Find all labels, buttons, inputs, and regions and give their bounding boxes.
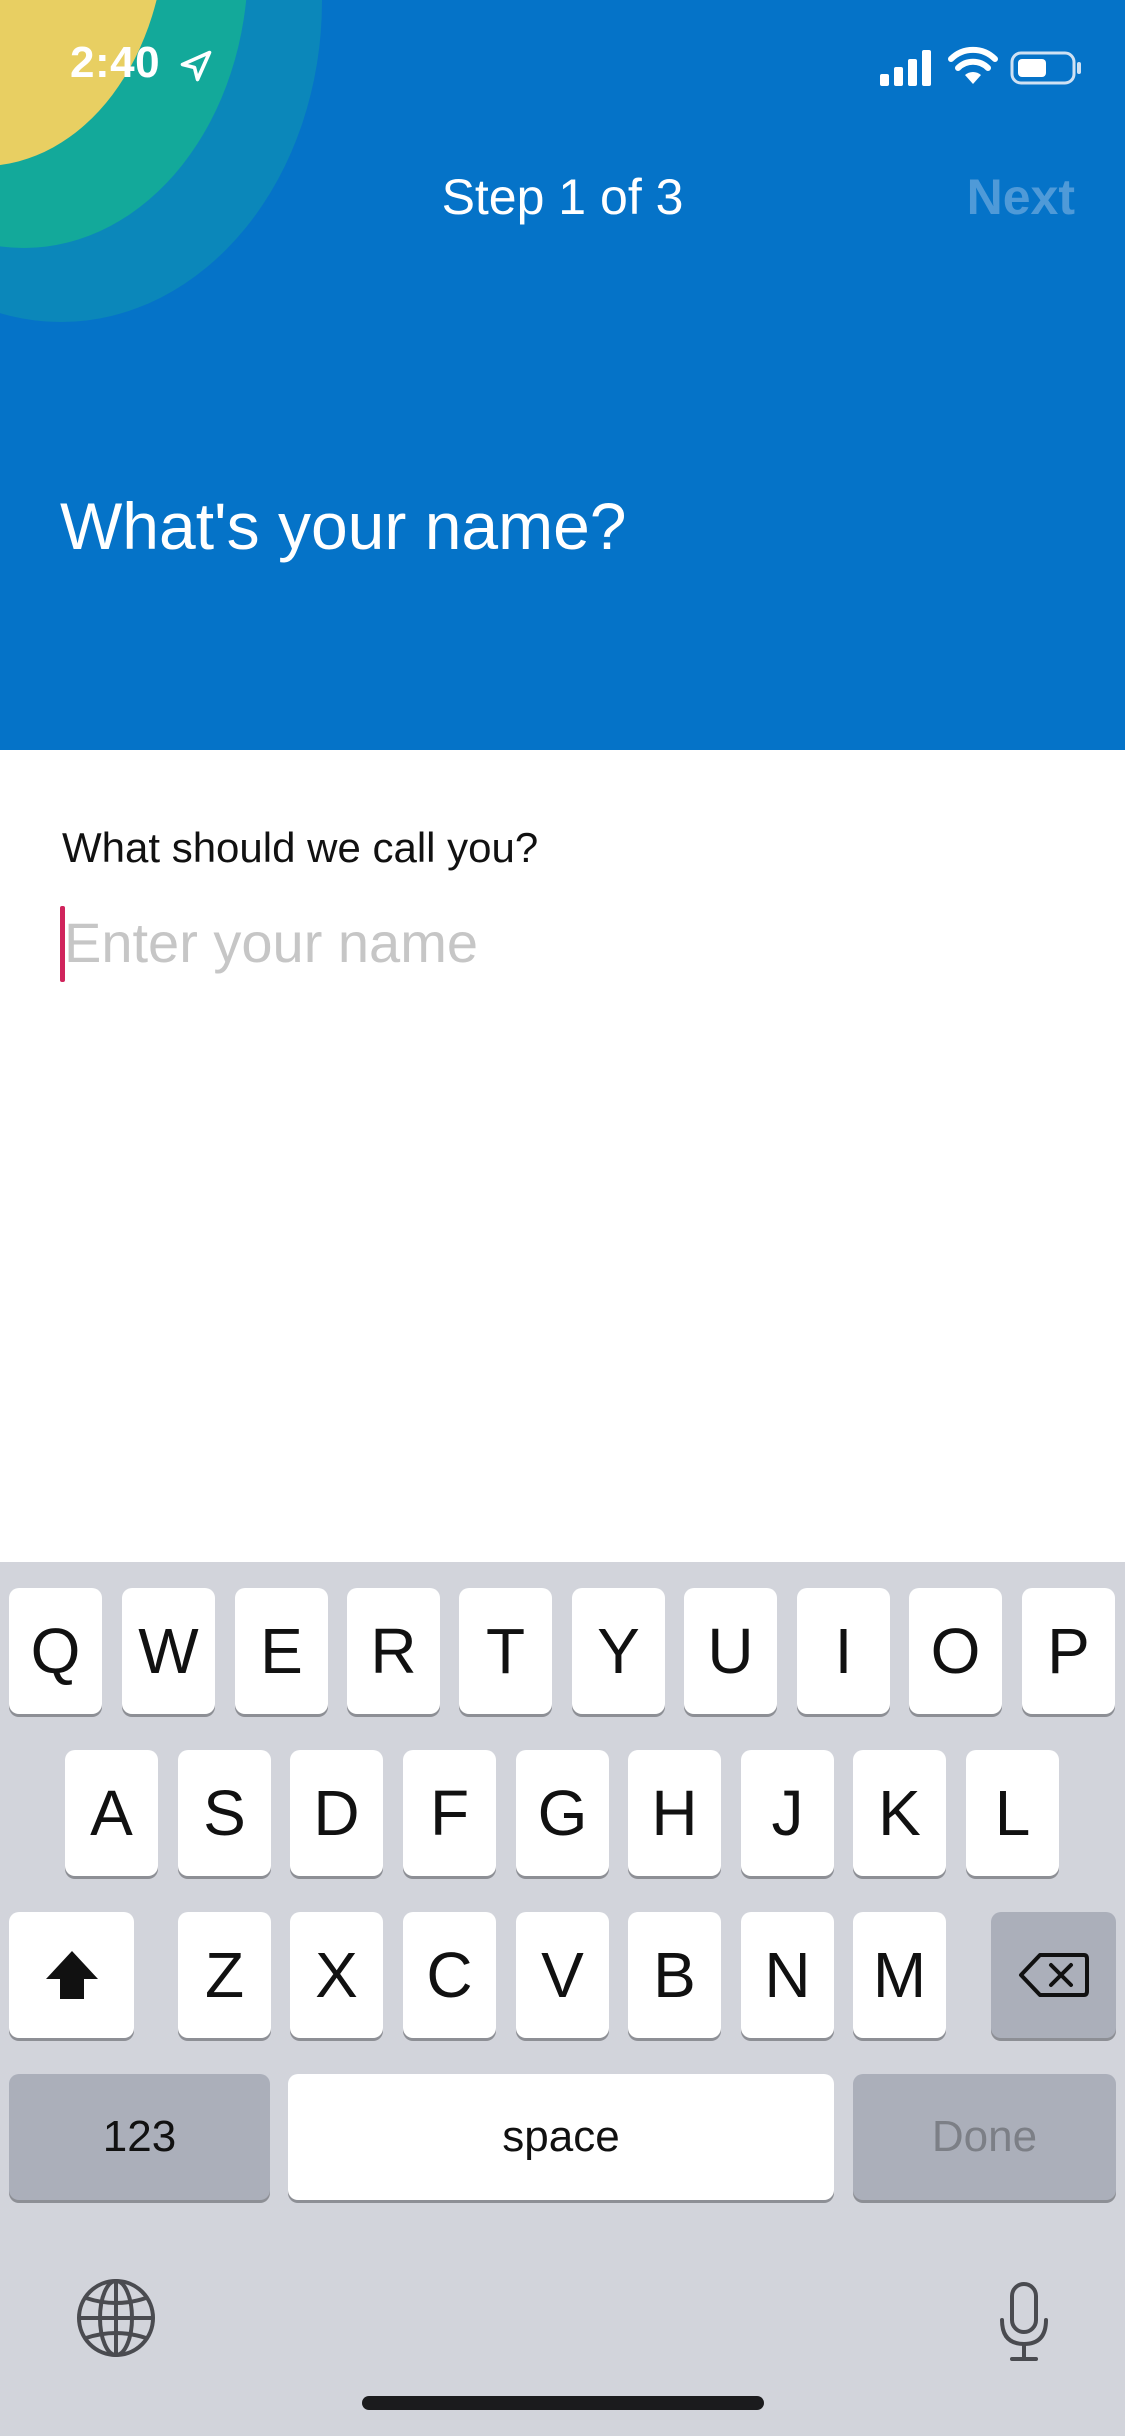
key-d[interactable]: D — [290, 1750, 383, 1876]
name-field[interactable] — [60, 900, 1060, 984]
page-title: What's your name? — [60, 489, 627, 563]
key-m[interactable]: M — [853, 1912, 946, 2038]
backspace-key[interactable] — [991, 1912, 1116, 2038]
key-b[interactable]: B — [628, 1912, 721, 2038]
microphone-icon[interactable] — [994, 2280, 1054, 2364]
key-z[interactable]: Z — [178, 1912, 271, 2038]
numbers-key[interactable]: 123 — [9, 2074, 270, 2200]
key-o[interactable]: O — [909, 1588, 1002, 1714]
key-e[interactable]: E — [235, 1588, 328, 1714]
key-x[interactable]: X — [290, 1912, 383, 2038]
key-l[interactable]: L — [966, 1750, 1059, 1876]
key-w[interactable]: W — [122, 1588, 215, 1714]
step-indicator: Step 1 of 3 — [441, 169, 684, 225]
key-p[interactable]: P — [1022, 1588, 1115, 1714]
key-g[interactable]: G — [516, 1750, 609, 1876]
key-u[interactable]: U — [684, 1588, 777, 1714]
battery-icon — [1010, 51, 1081, 85]
status-time: 2:40 — [70, 38, 161, 87]
key-v[interactable]: V — [516, 1912, 609, 2038]
key-a[interactable]: A — [65, 1750, 158, 1876]
header: 2:40 Step 1 of 3 Next What's your name? — [0, 0, 1125, 750]
globe-icon[interactable] — [74, 2276, 158, 2360]
keyboard: Q W E R T Y U I O P A S D F G H J K L Z … — [0, 1562, 1125, 2436]
key-n[interactable]: N — [741, 1912, 834, 2038]
cellular-signal-icon — [880, 50, 931, 86]
key-s[interactable]: S — [178, 1750, 271, 1876]
space-key[interactable]: space — [288, 2074, 834, 2200]
name-input[interactable] — [64, 900, 1054, 984]
location-arrow-icon — [180, 50, 212, 82]
done-key[interactable]: Done — [853, 2074, 1116, 2200]
backspace-icon — [1018, 1953, 1089, 1997]
key-y[interactable]: Y — [572, 1588, 665, 1714]
key-j[interactable]: J — [741, 1750, 834, 1876]
key-h[interactable]: H — [628, 1750, 721, 1876]
key-r[interactable]: R — [347, 1588, 440, 1714]
home-indicator — [362, 2396, 764, 2410]
wifi-icon — [948, 46, 998, 84]
shift-icon — [45, 1951, 98, 1999]
key-i[interactable]: I — [797, 1588, 890, 1714]
key-c[interactable]: C — [403, 1912, 496, 2038]
key-f[interactable]: F — [403, 1750, 496, 1876]
shift-key[interactable] — [9, 1912, 134, 2038]
key-k[interactable]: K — [853, 1750, 946, 1876]
name-field-label: What should we call you? — [62, 824, 539, 871]
key-q[interactable]: Q — [9, 1588, 102, 1714]
next-button[interactable]: Next — [967, 168, 1075, 226]
key-t[interactable]: T — [459, 1588, 552, 1714]
